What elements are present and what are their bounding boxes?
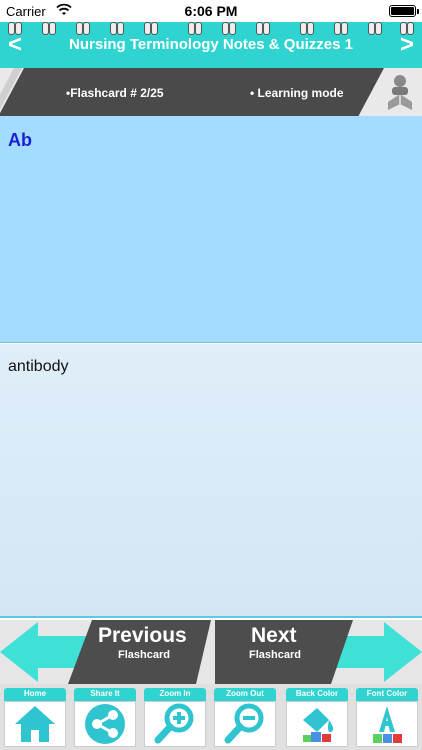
previous-sublabel: Flashcard — [118, 649, 170, 661]
font-color-label: Font Color — [366, 689, 408, 698]
flashcard-definition: antibody — [8, 358, 69, 375]
previous-flashcard-button[interactable]: Previous Flashcard — [0, 620, 211, 684]
flashcard-front[interactable]: Ab — [0, 116, 422, 343]
clock: 6:06 PM — [184, 3, 238, 19]
zoom-in-button[interactable]: Zoom In — [142, 686, 208, 748]
next-sublabel: Flashcard — [249, 649, 301, 661]
flashcard-info-strip: •Flashcard # 2/25 • Learning mode — [0, 68, 422, 116]
flashcard-back[interactable]: antibody — [0, 344, 422, 618]
learning-mode-label: • Learning mode — [250, 86, 344, 100]
battery-icon — [389, 5, 419, 17]
status-bar: Carrier 6:06 PM — [0, 0, 422, 22]
home-icon — [15, 706, 55, 742]
flashcard-counter: •Flashcard # 2/25 — [66, 86, 164, 100]
font-color-button[interactable]: Font Color — [354, 686, 420, 748]
right-arrow-icon — [215, 620, 422, 684]
share-label: Share It — [90, 689, 120, 698]
bottom-toolbar: Home Share It Zoom In Zoom Out Back Colo… — [0, 684, 422, 750]
binder-rings — [0, 22, 422, 36]
zoom-in-icon — [154, 703, 194, 744]
zoom-out-label: Zoom Out — [226, 689, 264, 698]
zoom-in-label: Zoom In — [159, 689, 191, 698]
share-button[interactable]: Share It — [72, 686, 138, 748]
home-label: Home — [23, 689, 47, 698]
flashcard-term: Ab — [8, 130, 32, 150]
zoom-out-button[interactable]: Zoom Out — [212, 686, 278, 748]
back-color-label: Back Color — [295, 689, 339, 698]
flashcard-navigation: Previous Flashcard Next Flashcard — [0, 620, 422, 684]
next-flashcard-button[interactable]: Next Flashcard — [211, 620, 422, 684]
back-color-button[interactable]: Back Color — [284, 686, 350, 748]
font-color-icon — [373, 706, 402, 743]
previous-label: Previous — [98, 624, 187, 647]
next-label: Next — [251, 624, 297, 647]
share-icon — [85, 704, 125, 744]
back-color-icon — [303, 708, 334, 742]
student-reading-icon — [388, 75, 412, 110]
zoom-out-icon — [224, 703, 264, 744]
home-button[interactable]: Home — [2, 686, 68, 748]
page-title: Nursing Terminology Notes & Quizzes 1 — [69, 36, 353, 53]
